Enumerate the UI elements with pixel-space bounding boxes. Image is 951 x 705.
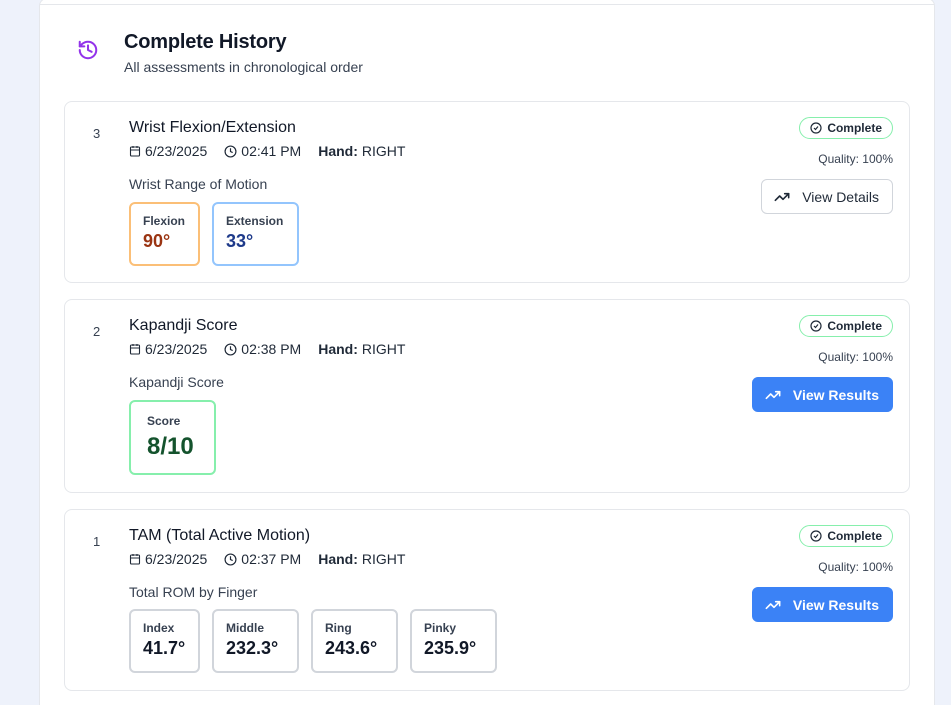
hand-value: RIGHT xyxy=(361,143,406,159)
hand-value: RIGHT xyxy=(361,551,406,567)
quality-text: Quality: 100% xyxy=(818,350,893,364)
metric-value: 90° xyxy=(143,231,171,251)
assessment-title: TAM (Total Active Motion) xyxy=(129,527,311,544)
status-badge: Complete xyxy=(799,315,893,337)
check-circle-icon xyxy=(810,122,822,134)
trending-up-icon xyxy=(765,600,781,609)
clock-icon xyxy=(224,342,237,356)
hand-label: Hand: xyxy=(318,551,358,567)
page-subtitle: All assessments in chronological order xyxy=(124,59,363,75)
metric-index: Index 41.7° xyxy=(129,609,200,673)
assessment-time: 02:41 PM xyxy=(241,143,302,159)
metric-flexion: Flexion 90° xyxy=(129,202,200,266)
hand-label: Hand: xyxy=(318,143,358,159)
metric-label: Pinky xyxy=(424,621,457,635)
metric-label: Extension xyxy=(226,214,284,228)
section-label: Kapandji Score xyxy=(129,374,224,390)
clock-icon xyxy=(224,552,237,566)
view-results-button[interactable]: View Results xyxy=(751,377,893,412)
page-title: Complete History xyxy=(124,31,287,53)
metric-middle: Middle 232.3° xyxy=(212,609,299,673)
trending-up-icon xyxy=(774,192,790,201)
assessment-date: 6/23/2025 xyxy=(145,341,208,357)
metric-label: Ring xyxy=(325,621,352,635)
assessment-title: Wrist Flexion/Extension xyxy=(129,119,296,136)
assessment-card: 2 Kapandji Score 6/23/2025 02:38 PM Hand… xyxy=(64,299,910,493)
assessment-meta: 6/23/2025 02:41 PM Hand: RIGHT xyxy=(129,143,405,159)
check-circle-icon xyxy=(810,530,822,542)
metric-label: Index xyxy=(143,621,175,635)
button-label: View Details xyxy=(802,188,879,205)
assessment-card: 3 Wrist Flexion/Extension 6/23/2025 02:4… xyxy=(64,101,910,283)
section-label: Total ROM by Finger xyxy=(129,584,258,600)
metric-value: 33° xyxy=(226,231,254,251)
assessment-title: Kapandji Score xyxy=(129,317,238,334)
status-text: Complete xyxy=(827,121,882,135)
history-panel: Complete History All assessments in chro… xyxy=(39,0,935,705)
status-text: Complete xyxy=(827,319,882,333)
hand-value: RIGHT xyxy=(361,341,406,357)
history-icon xyxy=(78,40,98,60)
metric-label: Flexion xyxy=(143,214,186,228)
metric-score: Score 8/10 xyxy=(129,400,216,475)
assessment-number: 2 xyxy=(93,324,101,339)
metric-value: 8/10 xyxy=(147,433,194,460)
assessment-number: 3 xyxy=(93,126,101,141)
assessment-time: 02:38 PM xyxy=(241,341,302,357)
calendar-icon xyxy=(129,554,141,565)
assessment-card: 1 TAM (Total Active Motion) 6/23/2025 02… xyxy=(64,509,910,691)
metric-ring: Ring 243.6° xyxy=(311,609,398,673)
quality-text: Quality: 100% xyxy=(818,560,893,574)
assessment-time: 02:37 PM xyxy=(241,551,302,567)
assessment-number: 1 xyxy=(93,534,101,549)
metric-value: 243.6° xyxy=(325,638,378,658)
assessment-meta: 6/23/2025 02:38 PM Hand: RIGHT xyxy=(129,341,405,357)
metric-value: 232.3° xyxy=(226,638,279,658)
metric-value: 41.7° xyxy=(143,638,186,658)
calendar-icon xyxy=(129,146,141,157)
section-label: Wrist Range of Motion xyxy=(129,176,268,192)
metric-value: 235.9° xyxy=(424,638,477,658)
status-badge: Complete xyxy=(799,117,893,139)
status-text: Complete xyxy=(827,529,882,543)
button-label: View Results xyxy=(792,386,879,403)
assessment-date: 6/23/2025 xyxy=(145,143,208,159)
metric-pinky: Pinky 235.9° xyxy=(410,609,497,673)
check-circle-icon xyxy=(810,320,822,332)
hand-label: Hand: xyxy=(318,341,358,357)
status-badge: Complete xyxy=(799,525,893,547)
view-results-button[interactable]: View Results xyxy=(751,587,893,622)
assessment-meta: 6/23/2025 02:37 PM Hand: RIGHT xyxy=(129,551,405,567)
calendar-icon xyxy=(129,344,141,355)
clock-icon xyxy=(224,144,237,158)
metric-label: Middle xyxy=(226,621,264,635)
divider xyxy=(40,4,934,5)
view-details-button[interactable]: View Details xyxy=(761,179,893,214)
button-label: View Results xyxy=(792,596,879,613)
assessment-date: 6/23/2025 xyxy=(145,551,208,567)
trending-up-icon xyxy=(765,390,781,399)
metric-label: Score xyxy=(147,414,181,428)
metric-extension: Extension 33° xyxy=(212,202,299,266)
quality-text: Quality: 100% xyxy=(818,152,893,166)
